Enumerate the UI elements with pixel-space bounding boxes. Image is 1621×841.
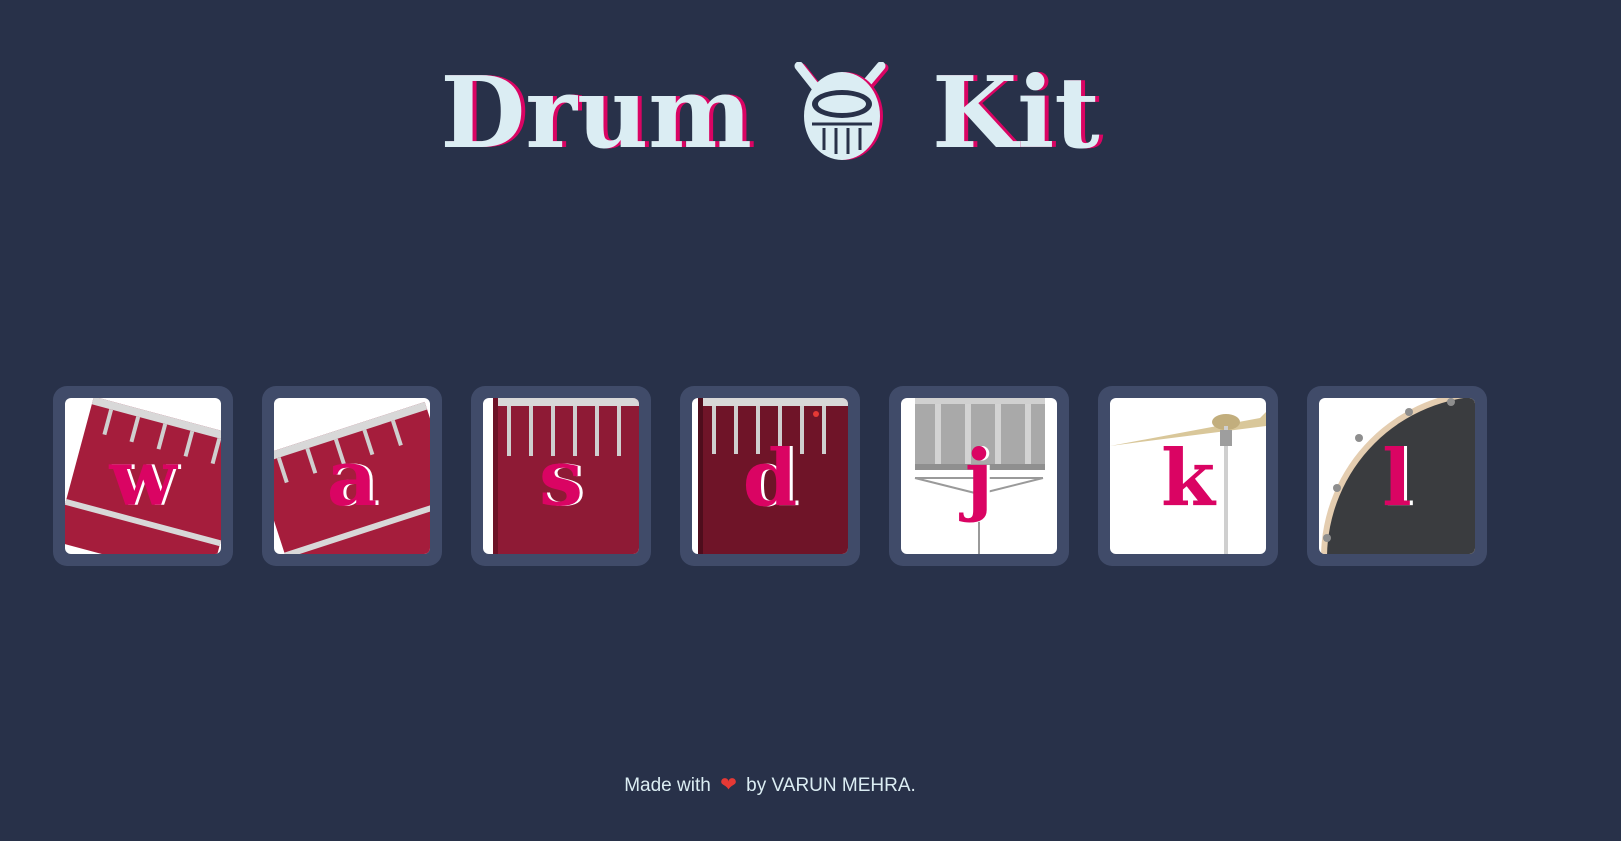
kick-bass-image: l [1319,398,1475,554]
drum-button-a[interactable]: a [262,386,442,566]
footer-prefix: Made with [624,775,711,796]
tom-2-image: a [274,398,430,554]
page-title: Drum Kit [0,62,1540,166]
drum-key-label: k [1160,433,1216,524]
drum-key-label: s [539,433,583,524]
drum-button-d[interactable]: d [680,386,860,566]
drum-key-label: w [109,433,177,524]
drum-button-l[interactable]: l [1307,386,1487,566]
crash-image: k [1110,398,1266,554]
drum-button-k[interactable]: k [1098,386,1278,566]
tom-4-image: d [692,398,848,554]
drum-button-j[interactable]: j [889,386,1069,566]
drum-button-w[interactable]: w [53,386,233,566]
title-kit-text: Kit [931,56,1100,171]
drum-set: w a s d j k l [53,386,1487,566]
tom-1-image: w [65,398,221,554]
drum-icon [794,62,889,160]
heart-icon: ❤ [720,774,737,796]
tom-3-image: s [483,398,639,554]
drum-key-label: a [326,433,378,524]
snare-image: j [901,398,1057,554]
drum-button-s[interactable]: s [471,386,651,566]
footer: Made with ❤ by VARUN MEHRA. [0,772,1540,797]
title-drum-text: Drum [440,56,752,171]
drum-key-label: l [1382,433,1412,524]
footer-author: by VARUN MEHRA. [746,775,916,796]
drum-key-label: j [964,433,994,524]
drum-key-label: d [742,433,798,524]
